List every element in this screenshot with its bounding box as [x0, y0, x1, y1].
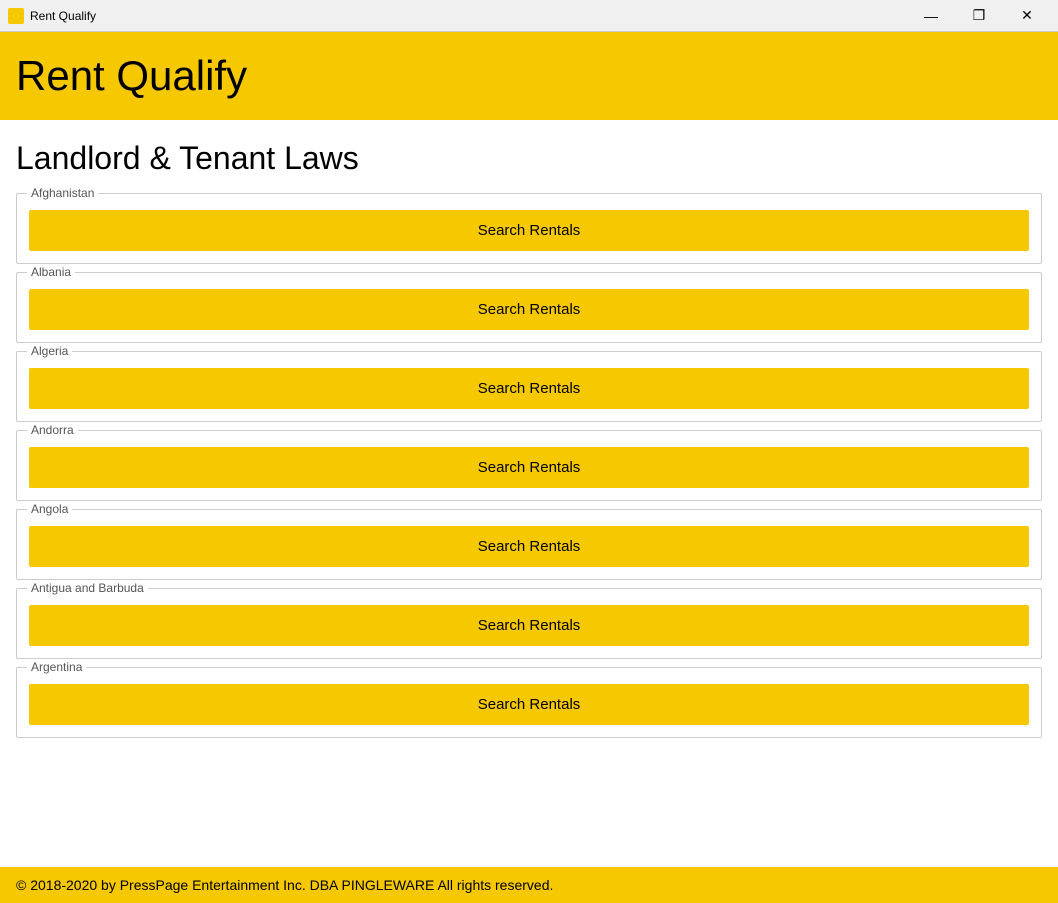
footer-text: © 2018-2020 by PressPage Entertainment I…	[16, 877, 553, 893]
country-label: Antigua and Barbuda	[27, 581, 148, 595]
window-controls: — ❐ ✕	[908, 0, 1050, 32]
country-label: Afghanistan	[27, 186, 98, 200]
search-rentals-button[interactable]: Search Rentals	[29, 210, 1029, 251]
country-label: Algeria	[27, 344, 72, 358]
country-group: AfghanistanSearch Rentals	[16, 193, 1042, 264]
country-group: AlgeriaSearch Rentals	[16, 351, 1042, 422]
search-rentals-button[interactable]: Search Rentals	[29, 684, 1029, 725]
maximize-button[interactable]: ❐	[956, 0, 1002, 32]
country-label: Angola	[27, 502, 72, 516]
countries-list: AfghanistanSearch RentalsAlbaniaSearch R…	[16, 193, 1042, 738]
app-title: Rent Qualify	[16, 52, 1042, 100]
app-footer: © 2018-2020 by PressPage Entertainment I…	[0, 867, 1058, 903]
app-header: Rent Qualify	[0, 32, 1058, 120]
app-icon	[8, 8, 24, 24]
country-group: AndorraSearch Rentals	[16, 430, 1042, 501]
search-rentals-button[interactable]: Search Rentals	[29, 526, 1029, 567]
close-button[interactable]: ✕	[1004, 0, 1050, 32]
country-group: AlbaniaSearch Rentals	[16, 272, 1042, 343]
country-label: Andorra	[27, 423, 78, 437]
country-group: ArgentinaSearch Rentals	[16, 667, 1042, 738]
page-heading: Landlord & Tenant Laws	[16, 140, 1042, 177]
search-rentals-button[interactable]: Search Rentals	[29, 289, 1029, 330]
title-bar: Rent Qualify — ❐ ✕	[0, 0, 1058, 32]
search-rentals-button[interactable]: Search Rentals	[29, 605, 1029, 646]
minimize-button[interactable]: —	[908, 0, 954, 32]
country-label: Albania	[27, 265, 75, 279]
country-group: AngolaSearch Rentals	[16, 509, 1042, 580]
main-content: Landlord & Tenant Laws AfghanistanSearch…	[0, 120, 1058, 867]
search-rentals-button[interactable]: Search Rentals	[29, 368, 1029, 409]
country-group: Antigua and BarbudaSearch Rentals	[16, 588, 1042, 659]
country-label: Argentina	[27, 660, 86, 674]
title-bar-text: Rent Qualify	[30, 9, 908, 23]
search-rentals-button[interactable]: Search Rentals	[29, 447, 1029, 488]
